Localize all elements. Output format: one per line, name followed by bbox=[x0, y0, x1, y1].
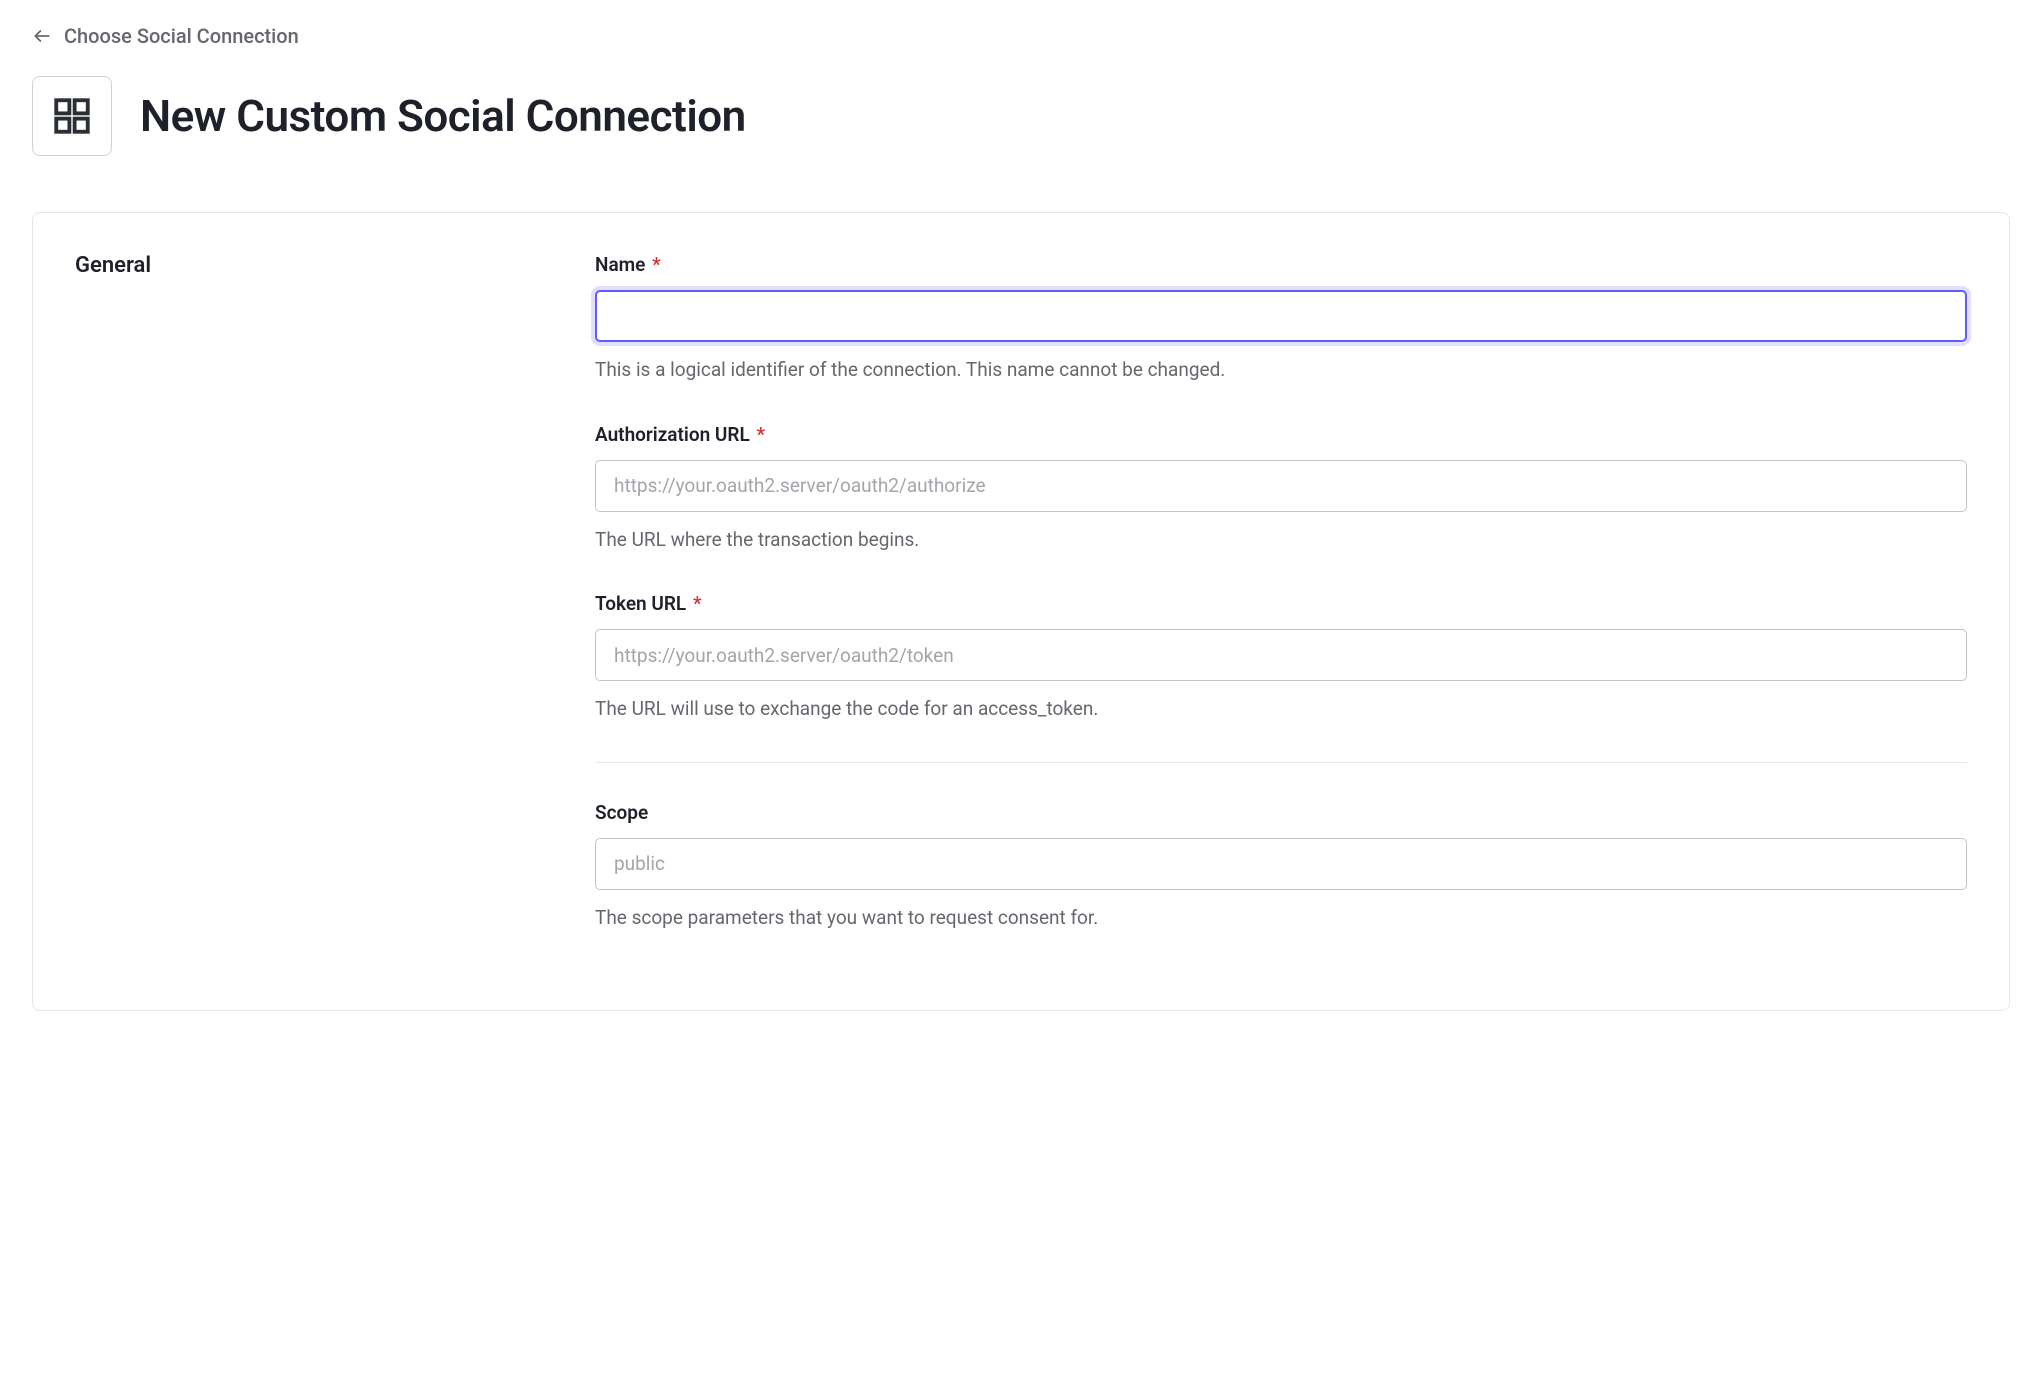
page-header: New Custom Social Connection bbox=[32, 76, 2010, 156]
section-heading: General bbox=[75, 253, 555, 278]
authurl-field-group: Authorization URL * The URL where the tr… bbox=[595, 423, 1967, 555]
form-fields: Name * This is a logical identifier of t… bbox=[595, 253, 1967, 970]
back-link[interactable]: Choose Social Connection bbox=[32, 24, 299, 48]
scope-hint: The scope parameters that you want to re… bbox=[595, 904, 1967, 933]
divider bbox=[595, 762, 1967, 763]
tokenurl-hint: The URL will use to exchange the code fo… bbox=[595, 695, 1967, 724]
required-marker: * bbox=[693, 592, 702, 615]
name-label: Name * bbox=[595, 253, 1967, 276]
section-label: General bbox=[75, 253, 555, 970]
arrow-left-icon bbox=[32, 26, 52, 46]
authurl-input[interactable] bbox=[595, 460, 1967, 512]
scope-input[interactable] bbox=[595, 838, 1967, 890]
grid-icon bbox=[51, 95, 93, 137]
required-marker: * bbox=[756, 423, 765, 446]
authurl-hint: The URL where the transaction begins. bbox=[595, 526, 1967, 555]
name-hint: This is a logical identifier of the conn… bbox=[595, 356, 1967, 385]
authurl-label: Authorization URL * bbox=[595, 423, 1967, 446]
name-input[interactable] bbox=[595, 290, 1967, 342]
tokenurl-input[interactable] bbox=[595, 629, 1967, 681]
back-link-label: Choose Social Connection bbox=[64, 24, 299, 48]
connection-icon-box bbox=[32, 76, 112, 156]
scope-label: Scope bbox=[595, 801, 1967, 824]
scope-field-group: Scope The scope parameters that you want… bbox=[595, 801, 1967, 933]
tokenurl-label: Token URL * bbox=[595, 592, 1967, 615]
required-marker: * bbox=[652, 253, 661, 276]
name-field-group: Name * This is a logical identifier of t… bbox=[595, 253, 1967, 385]
page-title: New Custom Social Connection bbox=[140, 90, 746, 142]
tokenurl-field-group: Token URL * The URL will use to exchange… bbox=[595, 592, 1967, 724]
form-card: General Name * This is a logical identif… bbox=[32, 212, 2010, 1011]
